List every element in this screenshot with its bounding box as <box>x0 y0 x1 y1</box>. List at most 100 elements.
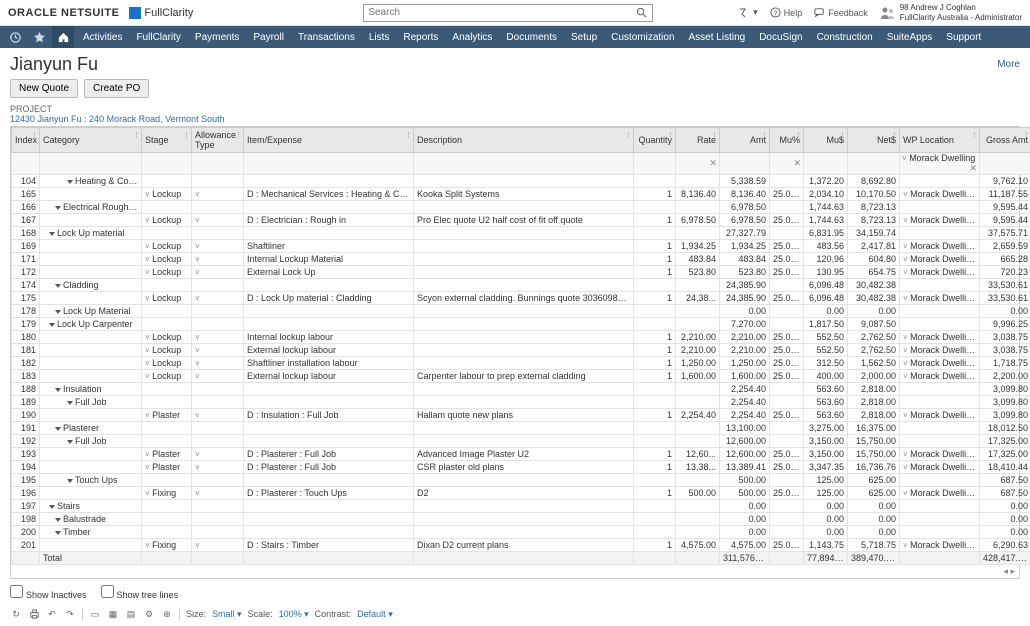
search-input[interactable] <box>368 7 634 18</box>
show-inactives-checkbox[interactable]: Show Inactives <box>10 585 87 600</box>
col-mu-[interactable]: Mu$⋮ <box>804 128 848 153</box>
table-row[interactable]: 171˅ Lockup˅Internal Lockup Material1483… <box>12 253 1030 266</box>
col-description[interactable]: Description⋮ <box>414 128 634 153</box>
cell-category: Cladding <box>40 279 142 292</box>
nav-lists[interactable]: Lists <box>362 26 397 48</box>
table-row[interactable]: 182˅ Lockup˅Shaftliner installation labo… <box>12 357 1030 370</box>
table-row[interactable]: 198Balustrade0.000.000.000.00 <box>12 513 1030 526</box>
table-row[interactable]: 168Lock Up material27,327.796,831.9534,1… <box>12 227 1030 240</box>
nav-payments[interactable]: Payments <box>188 26 246 48</box>
undo-icon[interactable]: ↶ <box>46 608 58 620</box>
cell-nets: 2,818.00 <box>848 383 900 396</box>
settings-icon[interactable]: ⚙ <box>143 608 155 620</box>
table-row[interactable]: 194˅ Plaster˅D : Plasterer : Full JobCSR… <box>12 461 1030 474</box>
new-quote-button[interactable]: New Quote <box>10 79 78 98</box>
table-row[interactable]: 195Touch Ups500.00125.00625.00687.50 <box>12 474 1030 487</box>
table-row[interactable]: 193˅ Plaster˅D : Plasterer : Full JobAdv… <box>12 448 1030 461</box>
table-row[interactable]: 192Full Job12,600.003,150.0015,750.0017,… <box>12 435 1030 448</box>
table-row[interactable]: 166Electrical Rough In6,978.501,744.638,… <box>12 201 1030 214</box>
col-wp-location[interactable]: WP Location⋮ <box>900 128 980 153</box>
nav-suiteapps[interactable]: SuiteApps <box>880 26 940 48</box>
user-menu[interactable]: 98 Andrew J CoghlanFullClarity Australia… <box>880 3 1022 23</box>
tool5-icon[interactable]: ⊕ <box>161 608 173 620</box>
table-row[interactable]: 165˅ Lockup˅D : Mechanical Services : He… <box>12 188 1030 201</box>
refresh-icon[interactable]: ↻ <box>10 608 22 620</box>
nav-customization[interactable]: Customization <box>604 26 681 48</box>
table-row[interactable]: 174Cladding24,385.906,096.4830,482.3833,… <box>12 279 1030 292</box>
col-rate[interactable]: Rate⋮ <box>676 128 720 153</box>
nav-construction[interactable]: Construction <box>810 26 880 48</box>
table-row[interactable]: 169˅ Lockup˅Shaftliner11,934.251,934.252… <box>12 240 1030 253</box>
table-row[interactable]: 183˅ Lockup˅External lockup labourCarpen… <box>12 370 1030 383</box>
global-search[interactable] <box>363 4 653 22</box>
redo-icon[interactable]: ↷ <box>64 608 76 620</box>
home-icon[interactable] <box>52 26 74 48</box>
cell-item: D : Stairs : Timber <box>244 539 414 552</box>
show-tree-checkbox[interactable]: Show tree lines <box>101 585 179 600</box>
nav-transactions[interactable]: Transactions <box>291 26 362 48</box>
col-category[interactable]: Category⋮ <box>40 128 142 153</box>
search-icon[interactable] <box>634 6 648 20</box>
rate-clear-icon[interactable]: ✕ <box>676 153 720 175</box>
history-icon[interactable] <box>4 26 26 48</box>
wp-filter[interactable]: ˅ Morack Dwelling ✕ <box>900 153 980 175</box>
tool3-icon[interactable]: ▤ <box>125 608 137 620</box>
table-row[interactable]: 197Stairs0.000.000.000.00 <box>12 500 1030 513</box>
table-row[interactable]: 196˅ Fixing˅D : Plasterer : Touch UpsD21… <box>12 487 1030 500</box>
language-menu[interactable]: ▾ <box>738 7 758 19</box>
table-row[interactable]: 167˅ Lockup˅D : Electrician : Rough inPr… <box>12 214 1030 227</box>
col-net-[interactable]: Net$⋮ <box>848 128 900 153</box>
cell-item: External Lock Up <box>244 266 414 279</box>
table-row[interactable]: 175˅ Lockup˅D : Lock Up material : Cladd… <box>12 292 1030 305</box>
table-row[interactable]: 201˅ Fixing˅D : Stairs : TimberDixan D2 … <box>12 539 1030 552</box>
col-allowance-type[interactable]: Allowance Type⋮ <box>192 128 244 153</box>
table-row[interactable]: 179Lock Up Carpenter7,270.001,817.509,08… <box>12 318 1030 331</box>
table-row[interactable]: 180˅ Lockup˅Internal lockup labour12,210… <box>12 331 1030 344</box>
nav-payroll[interactable]: Payroll <box>246 26 291 48</box>
feedback-link[interactable]: Feedback <box>814 7 868 18</box>
tool2-icon[interactable]: ▦ <box>107 608 119 620</box>
col-item-expense[interactable]: Item/Expense⋮ <box>244 128 414 153</box>
nav-activities[interactable]: Activities <box>76 26 129 48</box>
table-row[interactable]: 200Timber0.000.000.000.00 <box>12 526 1030 539</box>
pager[interactable]: ◂ ▸ <box>11 565 1019 578</box>
table-row[interactable]: 189Full Job2,254.40563.602,818.003,099.8… <box>12 396 1030 409</box>
table-row[interactable]: 191Plasterer13,100.003,275.0016,375.0018… <box>12 422 1030 435</box>
tool1-icon[interactable]: ▭ <box>89 608 101 620</box>
mup-clear-icon[interactable]: ✕ <box>770 153 804 175</box>
table-row[interactable]: 190˅ Plaster˅D : Insulation : Full JobHa… <box>12 409 1030 422</box>
col-index[interactable]: Index⋮ <box>12 128 40 153</box>
nav-support[interactable]: Support <box>939 26 988 48</box>
table-row[interactable]: 172˅ Lockup˅External Lock Up1523.80523.8… <box>12 266 1030 279</box>
col-amt[interactable]: Amt⋮ <box>720 128 770 153</box>
nav-reports[interactable]: Reports <box>396 26 445 48</box>
nav-setup[interactable]: Setup <box>564 26 604 48</box>
cell-gross: 0.00 <box>980 500 1030 513</box>
col-quantity[interactable]: Quantity⋮ <box>634 128 676 153</box>
size-select[interactable]: Small ▾ <box>212 609 242 620</box>
nav-docusign[interactable]: DocuSign <box>752 26 809 48</box>
cell-mus: 6,096.48 <box>804 279 848 292</box>
contrast-select[interactable]: Default ▾ <box>357 609 393 620</box>
more-menu[interactable]: More <box>997 59 1020 70</box>
table-row[interactable]: 188Insulation2,254.40563.602,818.003,099… <box>12 383 1030 396</box>
cell-stage <box>142 318 192 331</box>
scale-select[interactable]: 100% ▾ <box>279 609 309 620</box>
col-mu-[interactable]: Mu%⋮ <box>770 128 804 153</box>
create-po-button[interactable]: Create PO <box>84 79 149 98</box>
star-icon[interactable] <box>28 26 50 48</box>
nav-fullclarity[interactable]: FullClarity <box>129 26 187 48</box>
col-stage[interactable]: Stage⋮ <box>142 128 192 153</box>
cell-mup: 25.00% <box>770 409 804 422</box>
project-link[interactable]: 12430 Jianyun Fu : 240 Morack Road, Verm… <box>10 114 1020 124</box>
print-icon[interactable] <box>28 608 40 620</box>
col-gross-amt[interactable]: Gross Amt⋮ <box>980 128 1030 153</box>
cell-mup: 25.00% <box>770 253 804 266</box>
nav-asset-listing[interactable]: Asset Listing <box>682 26 753 48</box>
help-link[interactable]: ?Help <box>770 7 803 18</box>
nav-documents[interactable]: Documents <box>499 26 564 48</box>
nav-analytics[interactable]: Analytics <box>445 26 499 48</box>
table-row[interactable]: 178Lock Up Material0.000.000.000.00 <box>12 305 1030 318</box>
table-row[interactable]: 181˅ Lockup˅External lockup labour12,210… <box>12 344 1030 357</box>
table-row[interactable]: 104Heating & Cooling Full Job5,338.591,3… <box>12 175 1030 188</box>
